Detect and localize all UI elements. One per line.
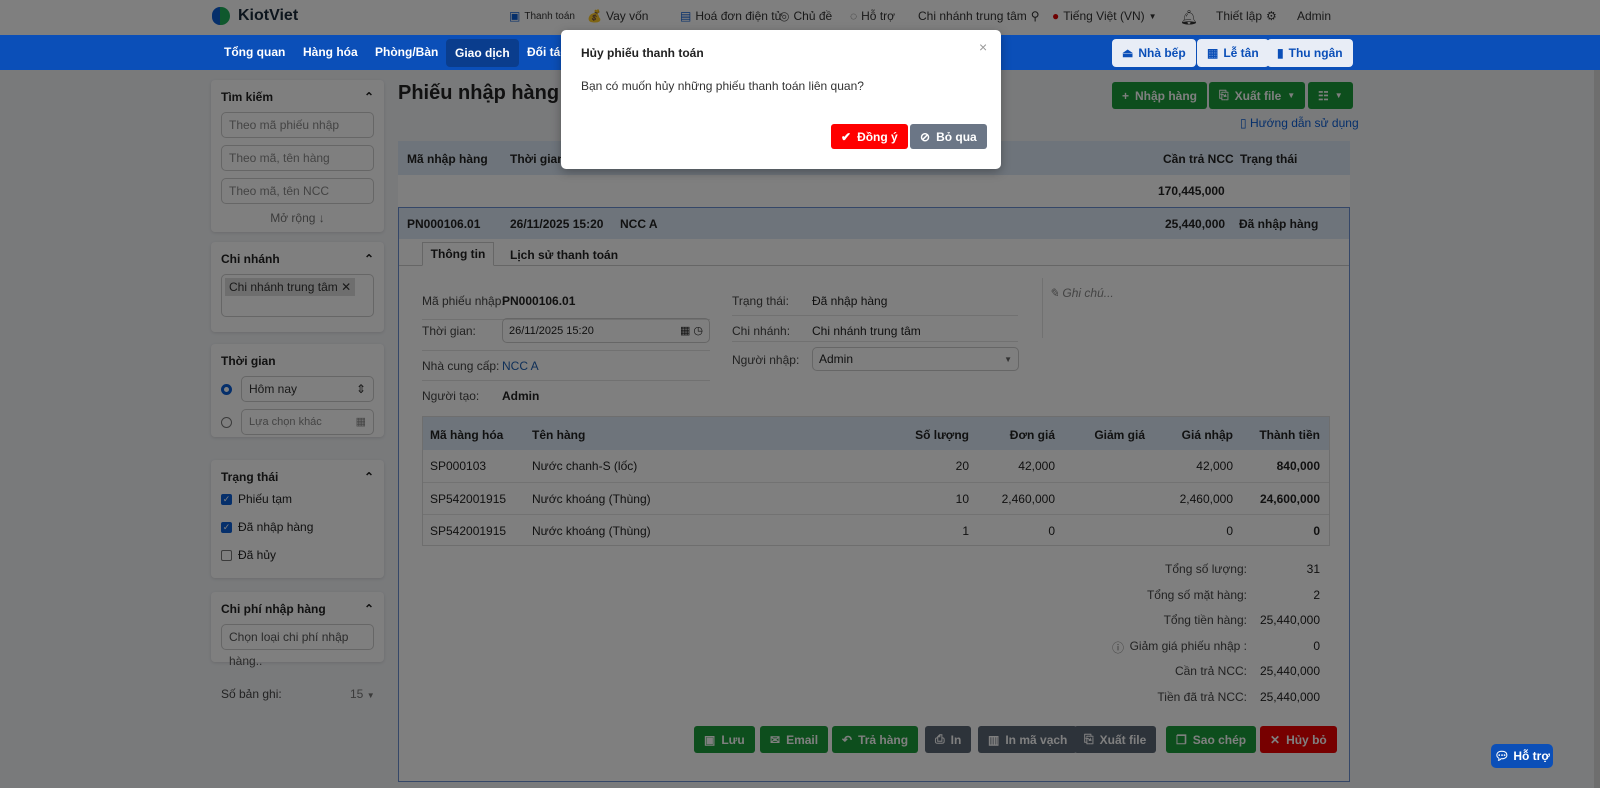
- check-icon: ✔: [841, 129, 852, 144]
- bell-tray-icon: ⏏: [1122, 46, 1134, 60]
- label: Lễ tân: [1223, 46, 1259, 60]
- help-chat-button[interactable]: 💬︎ Hỗ trợ: [1491, 744, 1553, 768]
- nav-rooms[interactable]: Phòng/Bàn: [366, 35, 447, 70]
- label: Thu ngân: [1288, 46, 1343, 60]
- dialog-message: Bạn có muốn hủy những phiếu thanh toán l…: [581, 79, 864, 93]
- close-icon[interactable]: ×: [979, 39, 987, 55]
- cashier-button[interactable]: ▮ Thu ngân: [1267, 39, 1353, 67]
- nav-products[interactable]: Hàng hóa: [294, 35, 367, 70]
- calendar-icon: ▦: [1207, 46, 1219, 60]
- reception-button[interactable]: ▦ Lễ tân: [1197, 39, 1269, 67]
- kitchen-button[interactable]: ⏏ Nhà bếp: [1112, 39, 1196, 67]
- label: Nhà bếp: [1138, 46, 1186, 60]
- chat-icon: 💬︎: [1494, 749, 1510, 763]
- label: Đồng ý: [857, 129, 898, 144]
- label: Hỗ trợ: [1513, 749, 1550, 763]
- skip-button[interactable]: ⊘ Bỏ qua: [910, 124, 987, 149]
- cancel-payment-dialog: Hủy phiếu thanh toán × Bạn có muốn hủy n…: [561, 30, 1001, 169]
- ban-icon: ⊘: [920, 129, 931, 144]
- dialog-title: Hủy phiếu thanh toán: [581, 46, 704, 60]
- document-icon: ▮: [1277, 46, 1284, 60]
- confirm-button[interactable]: ✔ Đồng ý: [831, 124, 908, 149]
- label: Bỏ qua: [936, 129, 977, 144]
- nav-overview[interactable]: Tổng quan: [215, 35, 294, 70]
- nav-transactions[interactable]: Giao dịch: [446, 39, 519, 67]
